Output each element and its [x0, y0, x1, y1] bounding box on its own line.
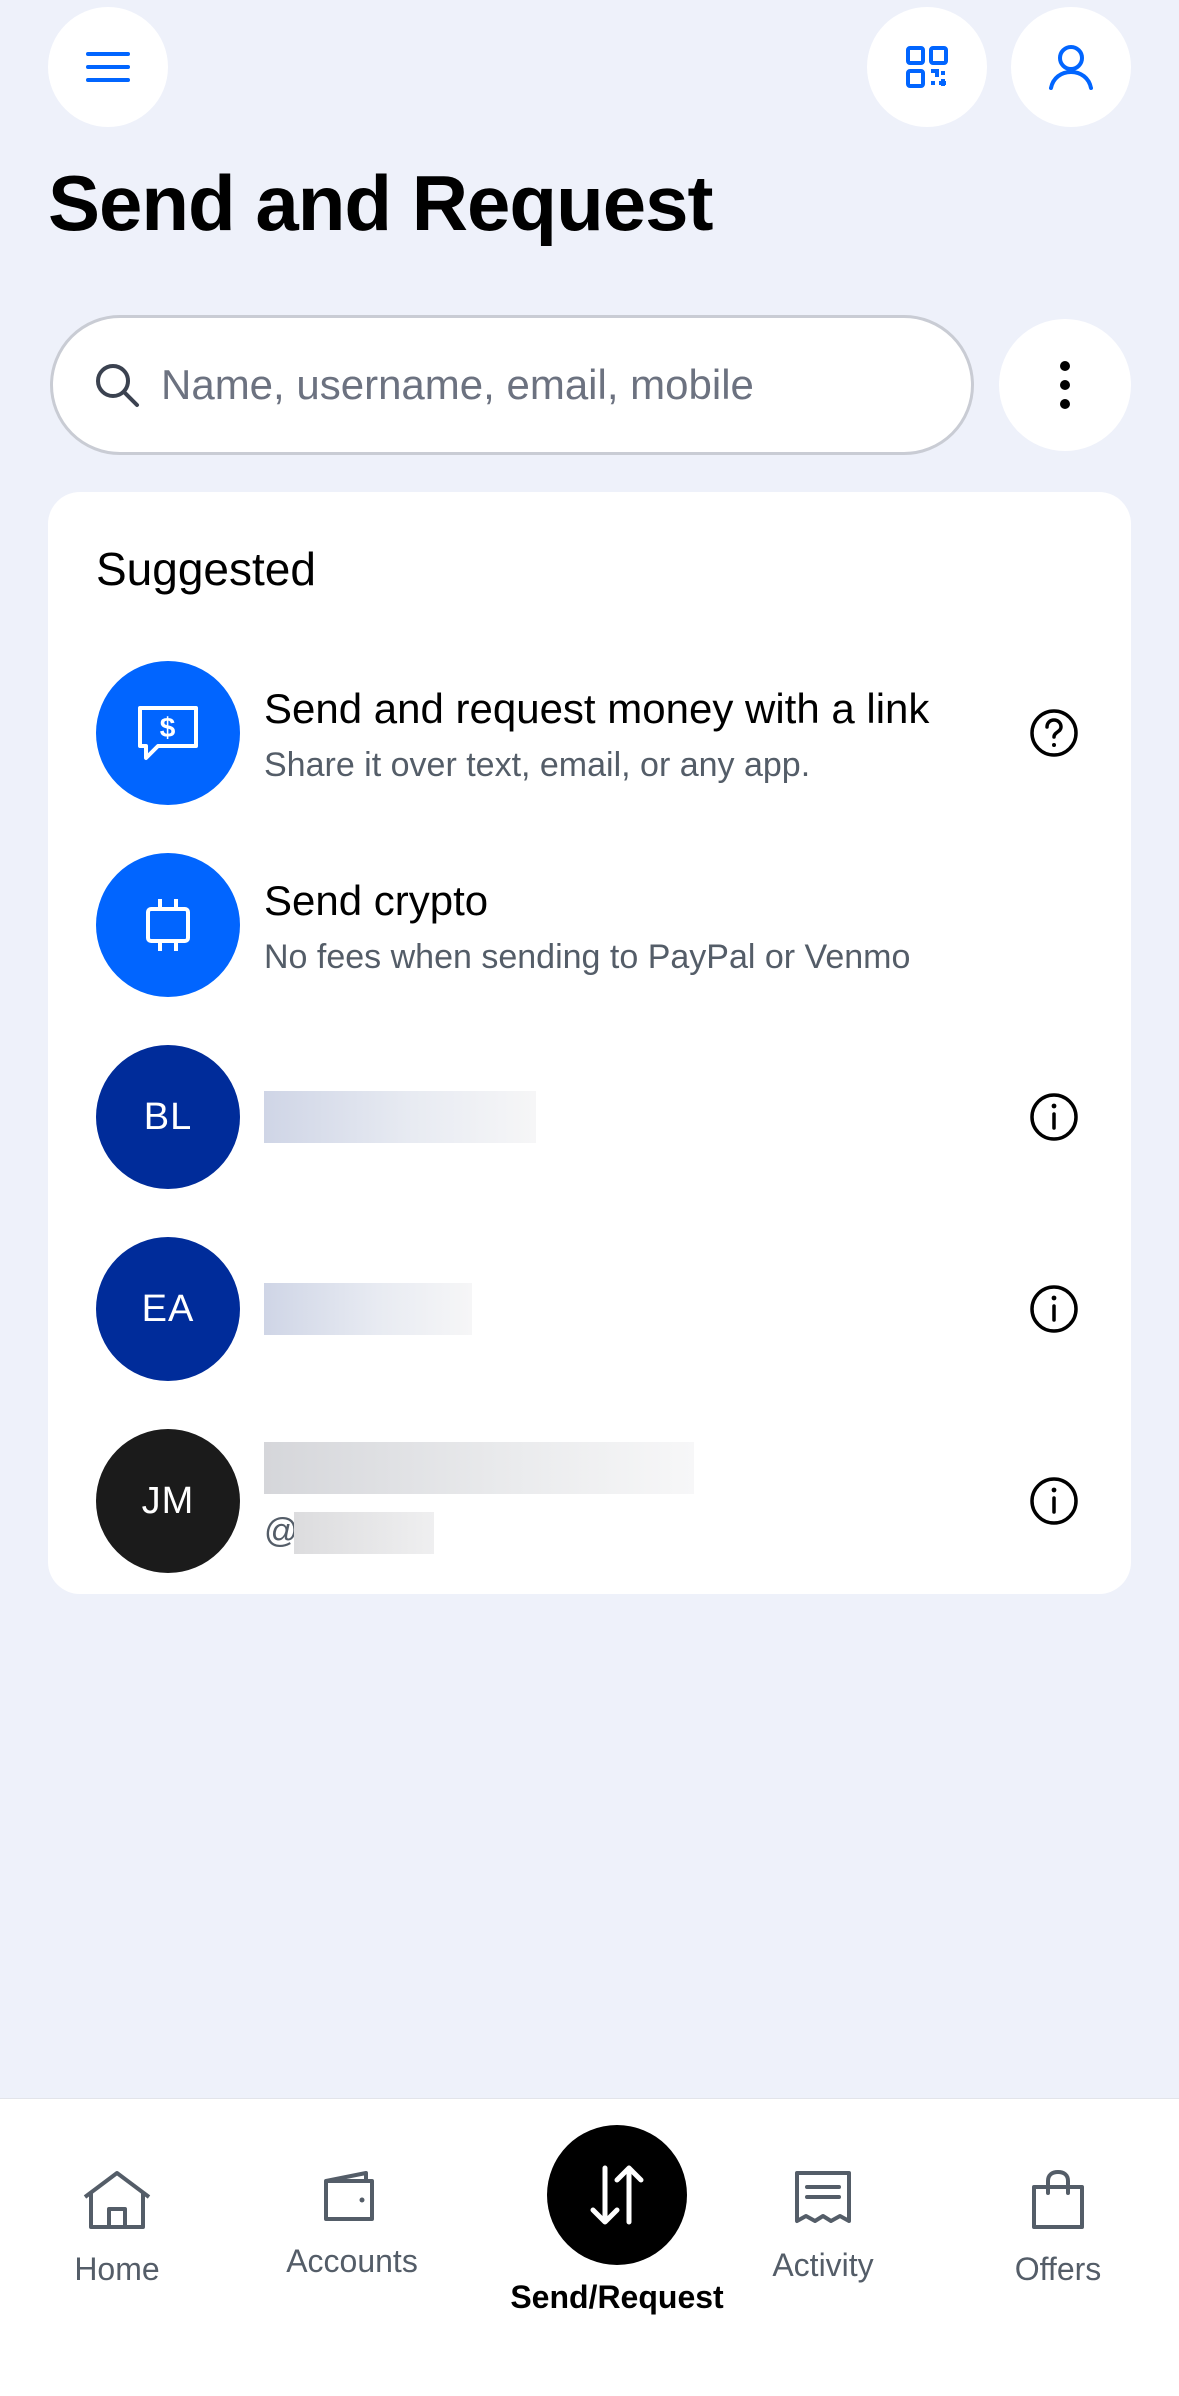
nav-label: Home [74, 2251, 160, 2287]
send-crypto-row[interactable]: Send crypto No fees when sending to PayP… [48, 850, 1131, 1000]
nav-label: Send/Request [510, 2279, 724, 2315]
more-vertical-icon [1060, 361, 1070, 409]
contact-avatar: JM [96, 1429, 240, 1573]
crypto-avatar [96, 853, 240, 997]
contact-row[interactable]: BL [48, 1042, 1131, 1192]
contact-avatar: EA [96, 1237, 240, 1381]
row-subtitle: No fees when sending to PayPal or Venmo [264, 938, 911, 976]
info-circle-icon [1030, 1477, 1078, 1525]
transfer-arrows-icon [590, 2165, 644, 2225]
redacted-username [294, 1512, 434, 1554]
shopping-bag-icon [1032, 2170, 1084, 2229]
redacted-name [264, 1442, 694, 1494]
contact-info-button[interactable] [1027, 1282, 1081, 1336]
contact-row[interactable]: JM @ [48, 1426, 1131, 1576]
nav-label: Offers [1014, 2251, 1102, 2287]
suggested-card: Suggested $ Send and request money with … [48, 492, 1131, 1594]
contact-info-button[interactable] [1027, 1090, 1081, 1144]
contact-avatar: BL [96, 1045, 240, 1189]
contact-row[interactable]: EA [48, 1234, 1131, 1384]
page-title: Send and Request [48, 159, 713, 247]
send-request-screen: Send and Request Suggested $ Send and re… [0, 0, 1179, 2396]
info-circle-icon [1030, 1093, 1078, 1141]
search-input[interactable] [161, 361, 941, 409]
crypto-chip-icon [146, 899, 190, 951]
user-profile-icon [1049, 45, 1093, 90]
money-chat-icon: $ [138, 706, 198, 760]
redacted-name [264, 1091, 536, 1143]
nav-activity[interactable]: Activity [723, 2169, 923, 2284]
nav-offers[interactable]: Offers [958, 2169, 1158, 2288]
hamburger-menu-icon [86, 52, 130, 82]
qr-code-button[interactable] [867, 7, 987, 127]
row-subtitle: Share it over text, email, or any app. [264, 746, 811, 784]
search-icon [96, 364, 139, 407]
money-link-avatar: $ [96, 661, 240, 805]
redacted-name [264, 1283, 472, 1335]
nav-accounts[interactable]: Accounts [252, 2169, 452, 2280]
bottom-navigation: Home Accounts Send/Request Activity Offe… [0, 2098, 1179, 2396]
send-request-fab [547, 2125, 687, 2265]
question-circle-icon [1030, 709, 1078, 757]
activity-receipt-icon [795, 2171, 851, 2223]
send-request-link-row[interactable]: $ Send and request money with a link Sha… [48, 658, 1131, 808]
svg-text:$: $ [160, 712, 177, 743]
profile-button[interactable] [1011, 7, 1131, 127]
contact-info-button[interactable] [1027, 1474, 1081, 1528]
menu-button[interactable] [48, 7, 168, 127]
qr-code-icon [906, 46, 948, 88]
nav-send-request[interactable]: Send/Request [500, 2125, 734, 2316]
help-button[interactable] [1027, 706, 1081, 760]
nav-home[interactable]: Home [17, 2169, 217, 2288]
info-circle-icon [1030, 1285, 1078, 1333]
more-options-button[interactable] [999, 319, 1131, 451]
home-icon [83, 2171, 151, 2229]
row-title: Send crypto [264, 877, 489, 924]
search-bar[interactable] [50, 315, 974, 455]
wallet-icon [324, 2171, 374, 2221]
nav-label: Activity [772, 2247, 874, 2283]
row-title: Send and request money with a link [264, 685, 930, 732]
suggested-heading: Suggested [96, 543, 316, 595]
nav-label: Accounts [286, 2243, 418, 2279]
